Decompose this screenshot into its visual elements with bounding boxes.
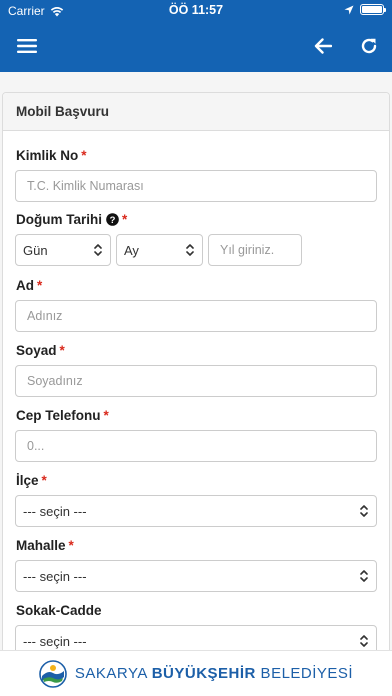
day-select[interactable]: Gün xyxy=(15,234,111,266)
chevron-updown-icon xyxy=(360,570,368,582)
year-placeholder: Yıl giriniz. xyxy=(220,243,275,257)
ilce-label: İlçe * xyxy=(16,473,47,488)
ad-input[interactable]: Adınız xyxy=(15,300,377,332)
chevron-updown-icon xyxy=(94,244,102,256)
kimlik-placeholder: T.C. Kimlik Numarası xyxy=(27,179,144,193)
kimlik-input[interactable]: T.C. Kimlik Numarası xyxy=(15,170,377,202)
footer-title: SAKARYA BÜYÜKŞEHİR BELEDİYESİ xyxy=(75,665,353,682)
mahalle-label: Mahalle * xyxy=(16,538,74,553)
sokak-select-value: --- seçin --- xyxy=(23,633,87,649)
status-indicators xyxy=(344,4,386,15)
sokak-label: Sokak-Cadde xyxy=(16,603,102,618)
ilce-select[interactable]: --- seçin --- xyxy=(15,495,377,527)
sokak-label-text: Sokak-Cadde xyxy=(16,603,102,618)
back-button[interactable] xyxy=(310,33,336,59)
day-select-value: Gün xyxy=(23,242,48,258)
dogum-label-text: Doğum Tarihi xyxy=(16,212,102,227)
month-select[interactable]: Ay xyxy=(116,234,203,266)
question-circle-icon[interactable]: ? xyxy=(106,213,119,229)
mahalle-select[interactable]: --- seçin --- xyxy=(15,560,377,592)
panel-title: Mobil Başvuru xyxy=(3,93,389,131)
municipality-logo-icon xyxy=(39,659,67,688)
soyad-input[interactable]: Soyadınız xyxy=(15,365,377,397)
footer-branding: SAKARYA BÜYÜKŞEHİR BELEDİYESİ xyxy=(0,650,392,696)
telefon-placeholder: 0... xyxy=(27,439,45,453)
dogum-label: Doğum Tarihi? * xyxy=(16,212,127,229)
main-content: Mobil Başvuru Kimlik No * T.C. Kimlik Num… xyxy=(0,72,392,650)
ad-label: Ad * xyxy=(16,278,42,293)
hamburger-icon xyxy=(17,39,37,53)
ad-placeholder: Adınız xyxy=(27,309,63,323)
required-marker: * xyxy=(81,148,87,163)
mahalle-select-value: --- seçin --- xyxy=(23,568,87,584)
soyad-placeholder: Soyadınız xyxy=(27,374,83,388)
svg-text:?: ? xyxy=(110,215,116,226)
year-input[interactable]: Yıl giriniz. xyxy=(208,234,302,266)
telefon-label-text: Cep Telefonu xyxy=(16,408,101,423)
telefon-input[interactable]: 0... xyxy=(15,430,377,462)
soyad-label: Soyad * xyxy=(16,343,65,358)
chevron-updown-icon xyxy=(186,244,194,256)
ilce-label-text: İlçe xyxy=(16,473,39,488)
required-marker: * xyxy=(122,212,128,227)
footer-text-part1: SAKARYA xyxy=(74,665,152,682)
soyad-label-text: Soyad xyxy=(16,343,57,358)
required-marker: * xyxy=(103,408,109,423)
month-select-value: Ay xyxy=(124,242,139,258)
refresh-button[interactable] xyxy=(356,33,382,59)
ilce-select-value: --- seçin --- xyxy=(23,503,87,519)
refresh-icon xyxy=(361,38,377,54)
kimlik-label-text: Kimlik No xyxy=(16,148,79,163)
location-arrow-icon xyxy=(344,5,354,14)
status-bar: Carrier ÖÖ 11:57 xyxy=(0,0,392,22)
required-marker: * xyxy=(41,473,47,488)
status-time: ÖÖ 11:57 xyxy=(168,3,224,17)
required-marker: * xyxy=(59,343,65,358)
chevron-updown-icon xyxy=(360,635,368,647)
telefon-label: Cep Telefonu * xyxy=(16,408,109,423)
arrow-left-icon xyxy=(314,38,332,54)
footer-text-part2: BÜYÜKŞEHİR xyxy=(151,665,256,682)
battery-icon xyxy=(360,4,386,15)
menu-button[interactable] xyxy=(14,33,40,59)
sokak-select[interactable]: --- seçin --- xyxy=(15,625,377,650)
footer-text-part3: BELEDİYESİ xyxy=(255,665,354,682)
chevron-updown-icon xyxy=(360,505,368,517)
required-marker: * xyxy=(37,278,43,293)
ad-label-text: Ad xyxy=(16,278,34,293)
kimlik-label: Kimlik No * xyxy=(16,148,87,163)
required-marker: * xyxy=(68,538,74,553)
mahalle-label-text: Mahalle xyxy=(16,538,66,553)
app-header: Carrier ÖÖ 11:57 xyxy=(0,0,392,72)
